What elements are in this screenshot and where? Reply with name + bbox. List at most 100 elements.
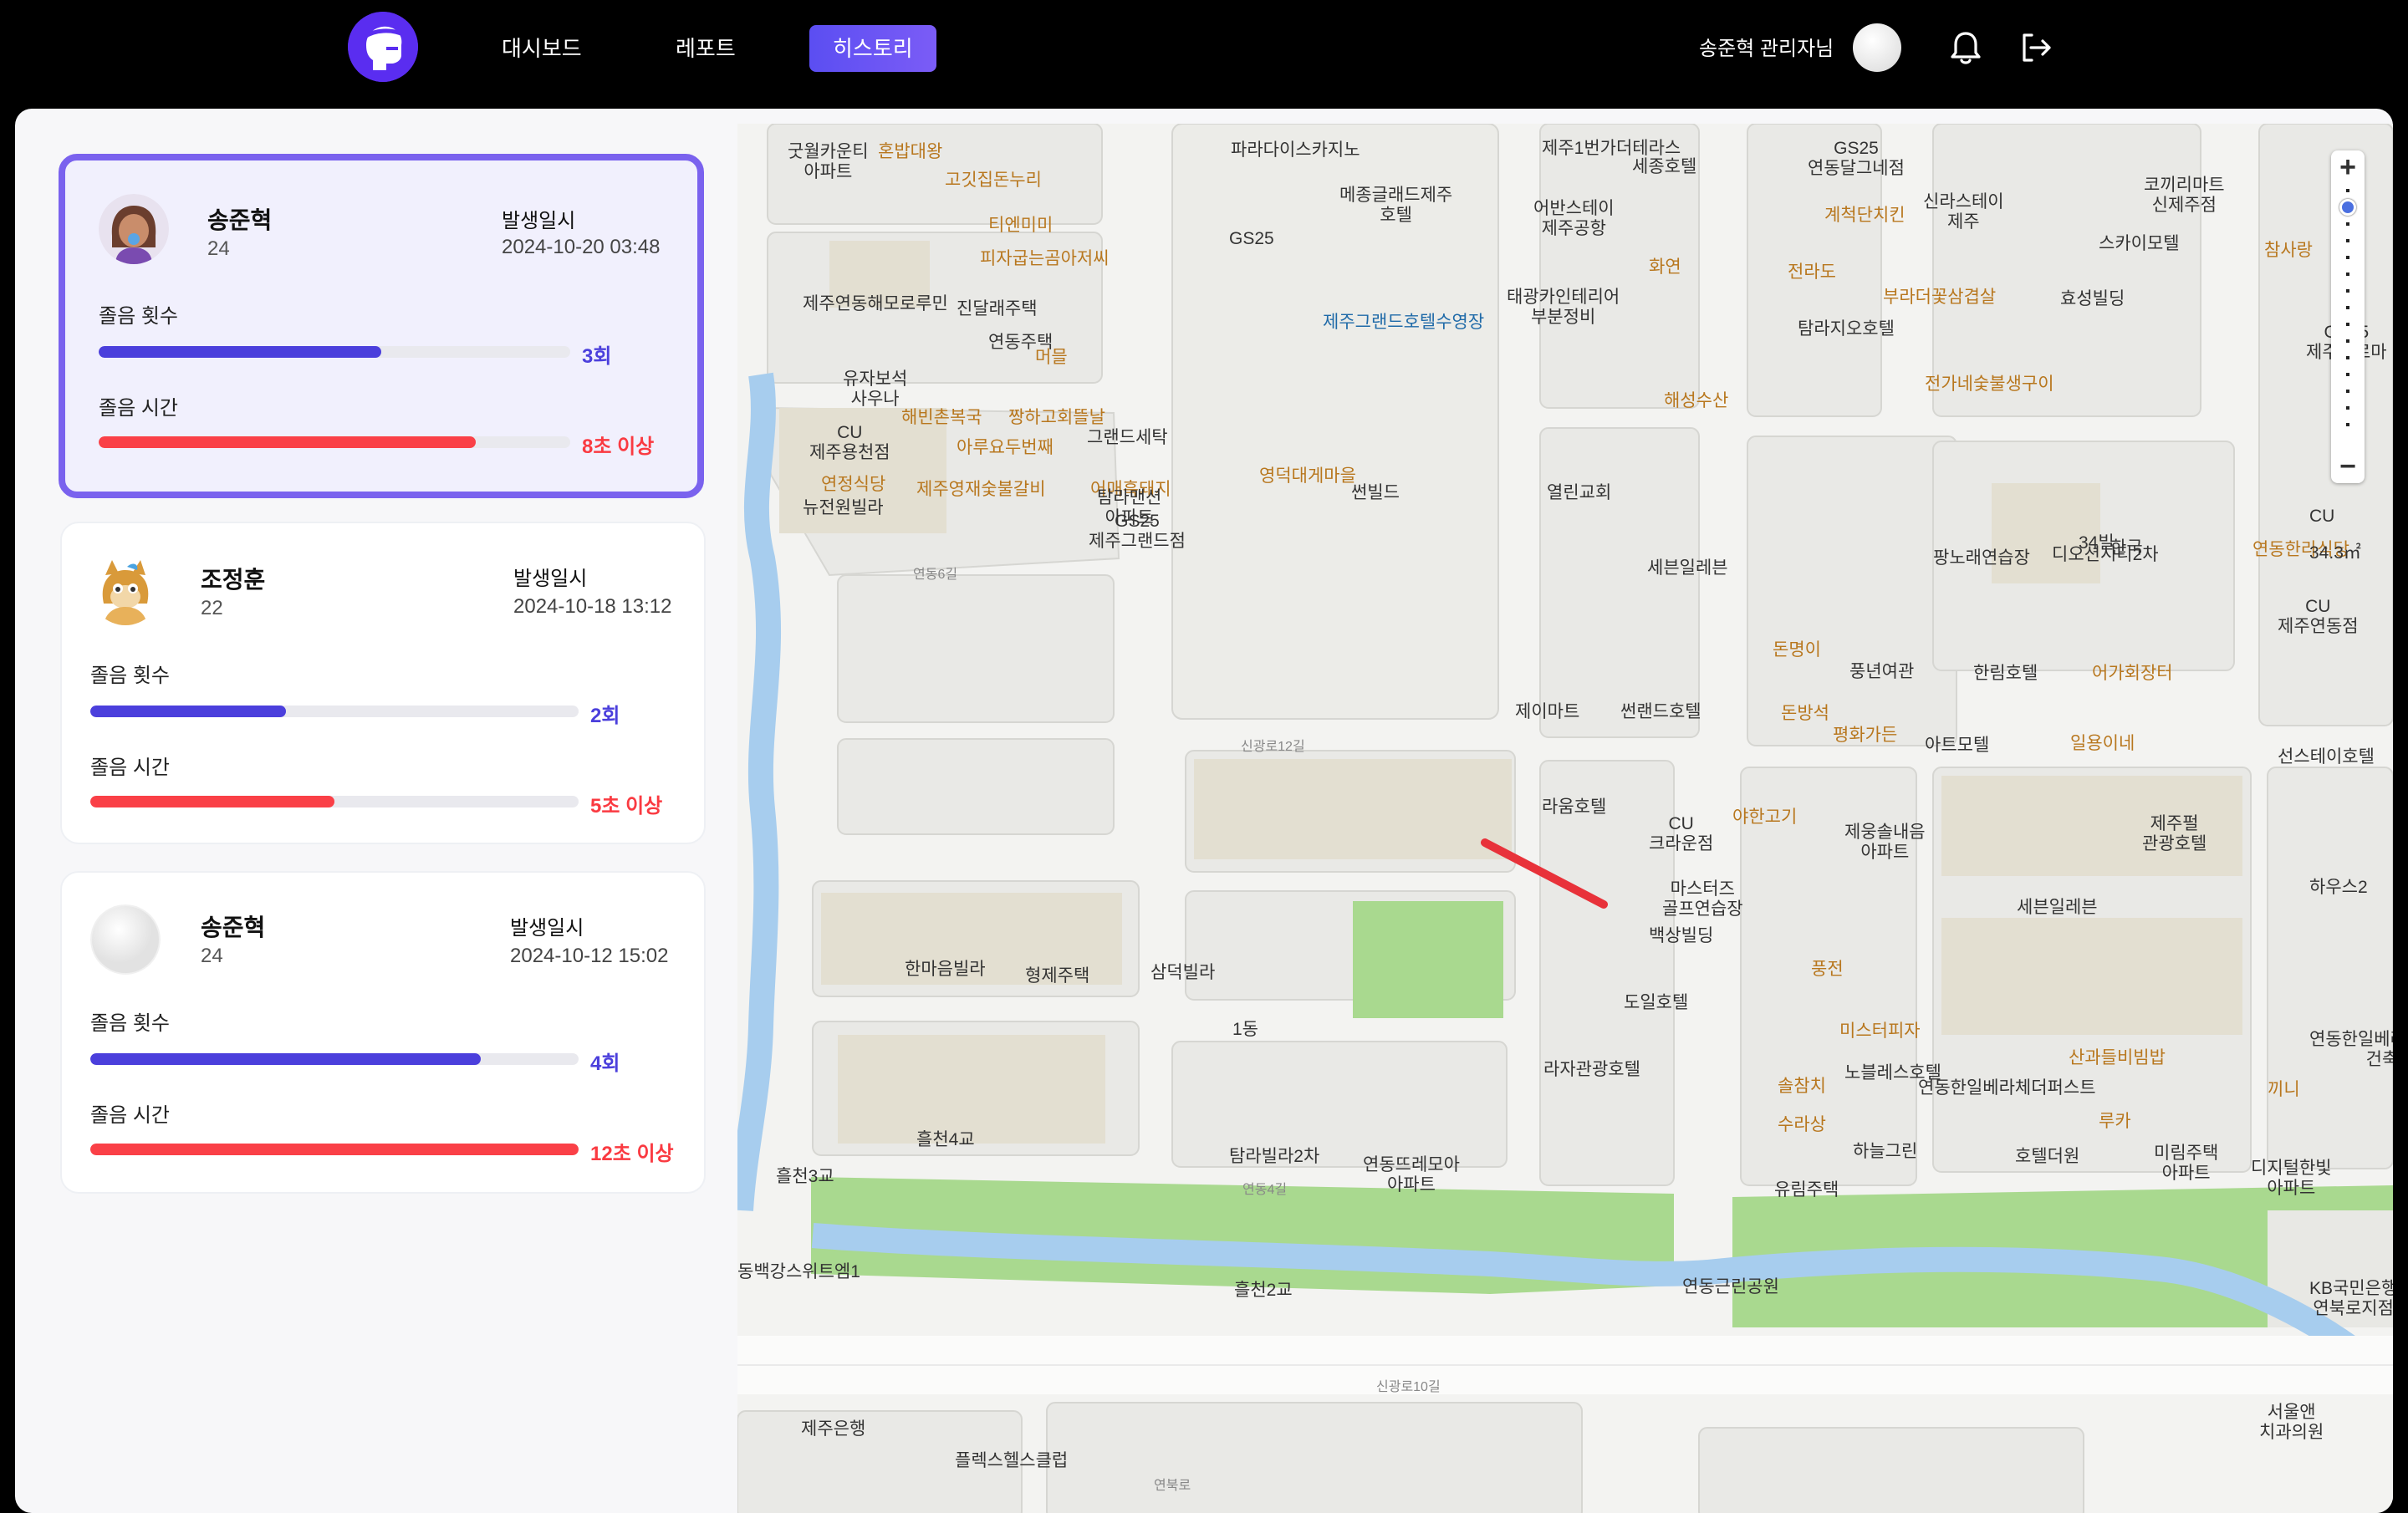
map-label: 선스테이호텔 bbox=[2278, 747, 2375, 767]
map-label: 34.3㎡ bbox=[2309, 543, 2361, 563]
zoom-out-icon[interactable]: − bbox=[2331, 450, 2365, 483]
map-label: 유림주택 bbox=[1774, 1180, 1839, 1200]
map-label: 끼니 bbox=[2268, 1080, 2300, 1099]
map-label: 아트모텔 bbox=[1925, 736, 1990, 755]
map-label: 산과들비빔밥 bbox=[2069, 1048, 2166, 1067]
map-label: 굿월카운티 아파트 bbox=[788, 142, 869, 181]
nav-dashboard[interactable]: 대시보드 bbox=[478, 25, 605, 72]
map-label: 팡노래연습장 bbox=[1933, 548, 2030, 568]
nav-report[interactable]: 레포트 bbox=[652, 25, 759, 72]
map-label: 혼밥대왕 bbox=[878, 142, 943, 161]
drowsy-time-label: 졸음 시간 bbox=[90, 756, 170, 779]
zoom-slider-handle[interactable] bbox=[2339, 199, 2356, 216]
map-label: KB국민은행 연북로지점 bbox=[2309, 1279, 2393, 1318]
history-card[interactable]: 송준혁 24 발생일시 2024-10-12 15:02 졸음 횟수 4회 졸음… bbox=[60, 871, 706, 1194]
map-label: 야한고기 bbox=[1732, 807, 1798, 827]
admin-avatar[interactable] bbox=[1853, 23, 1901, 72]
map-label: 34빌 bbox=[2079, 533, 2115, 553]
map-label: 라움호텔 bbox=[1542, 797, 1607, 817]
logout-icon[interactable] bbox=[2015, 27, 2057, 69]
map-label: 제주1번가더테라스 bbox=[1542, 139, 1681, 158]
map-label: 호텔더원 bbox=[2015, 1147, 2080, 1166]
zoom-in-icon[interactable]: + bbox=[2331, 150, 2365, 184]
datetime-value: 2024-10-18 13:12 bbox=[513, 595, 672, 618]
map-label: 한림호텔 bbox=[1973, 664, 2038, 683]
map-label: 영덕대게마을 bbox=[1259, 466, 1356, 486]
person-name: 송준혁 bbox=[207, 207, 273, 233]
drowsy-count-bar bbox=[90, 706, 579, 717]
map-label: 파라다이스카지노 bbox=[1231, 140, 1360, 160]
drowsy-count-bar bbox=[99, 346, 570, 358]
bell-icon[interactable] bbox=[1945, 27, 1987, 69]
map-label: 코끼리마트 신제주점 bbox=[2144, 176, 2225, 215]
map-label: 수라상 bbox=[1778, 1115, 1826, 1134]
datetime-label: 발생일시 bbox=[510, 917, 584, 940]
map-label: 하우스2 bbox=[2309, 878, 2368, 897]
map-label: 세븐일레븐 bbox=[2017, 898, 2098, 917]
map-label: 풍전 bbox=[1811, 960, 1844, 979]
avatar bbox=[99, 194, 169, 264]
map-label: 제주펄 관광호텔 bbox=[2142, 814, 2207, 853]
map-label: 신광로10길 bbox=[1376, 1380, 1441, 1394]
map-label: 신광로12길 bbox=[1241, 740, 1305, 754]
drowsy-time-bar bbox=[90, 796, 579, 807]
history-card[interactable]: 송준혁 24 발생일시 2024-10-20 03:48 졸음 횟수 3회 졸음… bbox=[59, 154, 704, 498]
map-label: 신라스테이 제주 bbox=[1923, 192, 2004, 232]
map-label: 형제주택 bbox=[1025, 966, 1090, 986]
map-label: 썬랜드호텔 bbox=[1620, 702, 1701, 721]
map-label: 해성수산 bbox=[1664, 391, 1729, 410]
location-map[interactable]: 굿월카운티 아파트 혼밥대왕 고깃집돈누리 티엔미미 피자굽는곰아저씨 제주연동해모로루민 진… bbox=[737, 124, 2393, 1513]
map-label: 돈방석 bbox=[1781, 704, 1829, 723]
person-age: 24 bbox=[201, 945, 223, 967]
map-label: 흘천4교 bbox=[916, 1130, 975, 1149]
map-label: 진달래주택 bbox=[957, 299, 1038, 318]
drowsy-time-value: 12초 이상 bbox=[590, 1143, 674, 1165]
map-label: 연동한일베라체더퍼스트 bbox=[1918, 1078, 2096, 1098]
map-label: 탐라지오호텔 bbox=[1798, 319, 1895, 339]
map-label: 삼덕빌라 bbox=[1150, 963, 1216, 982]
datetime-label: 발생일시 bbox=[502, 210, 576, 232]
map-label: CU 크라운점 bbox=[1649, 814, 1714, 853]
zoom-slider-track[interactable] bbox=[2346, 189, 2349, 440]
map-label: 평화가든 bbox=[1833, 726, 1898, 745]
map-label: 짱하고회뜰날 bbox=[1008, 408, 1105, 427]
map-label: 전가네숯불생구이 bbox=[1925, 374, 2054, 394]
map-label: 어반스테이 제주공항 bbox=[1533, 199, 1615, 238]
drowsy-count-value: 2회 bbox=[590, 705, 620, 727]
nav-history[interactable]: 히스토리 bbox=[809, 25, 936, 72]
map-label: 백상빌딩 bbox=[1649, 926, 1714, 945]
drowsy-time-value: 8초 이상 bbox=[582, 436, 655, 458]
map-label: 제주영재숯불갈비 bbox=[916, 480, 1046, 499]
map-label: 열린교회 bbox=[1547, 483, 1612, 502]
map-label: 디지털한빛 아파트 bbox=[2251, 1159, 2332, 1198]
map-label: 아루요두번째 bbox=[957, 438, 1054, 457]
person-age: 22 bbox=[201, 597, 223, 619]
map-label: 메종글래드제주 호텔 bbox=[1339, 186, 1453, 225]
map-label: 태광카인테리어 부분정비 bbox=[1507, 288, 1620, 327]
map-label: 효성빌딩 bbox=[2060, 289, 2125, 308]
drowsy-time-value: 5초 이상 bbox=[590, 795, 663, 818]
main-panel: 송준혁 24 발생일시 2024-10-20 03:48 졸음 횟수 3회 졸음… bbox=[15, 109, 2393, 1513]
map-label: 한국 bbox=[2110, 538, 2143, 558]
drowsy-count-value: 4회 bbox=[590, 1052, 620, 1075]
map-label: 뉴전원빌라 bbox=[803, 498, 884, 517]
map-label: 제주그랜드호텔수영장 bbox=[1323, 313, 1485, 332]
drowsy-count-label: 졸음 횟수 bbox=[90, 1012, 170, 1035]
history-card[interactable]: 조정훈 22 발생일시 2024-10-18 13:12 졸음 횟수 2회 졸음… bbox=[60, 522, 706, 844]
map-label: 피자굽는곰아저씨 bbox=[980, 249, 1110, 268]
map-label: 어가회장터 bbox=[2092, 664, 2173, 683]
map-label: 참사랑 bbox=[2264, 241, 2313, 260]
map-label: 세종호텔 bbox=[1632, 157, 1697, 176]
logo-icon[interactable] bbox=[348, 12, 418, 82]
map-label: GS25 연동달그네점 bbox=[1808, 139, 1905, 178]
map-label: 제주은행 bbox=[801, 1419, 866, 1439]
map-label: 서울앤 치과의원 bbox=[2259, 1403, 2324, 1442]
map-label: 연동한일베라체파크뷰건축중 bbox=[2309, 1030, 2393, 1069]
datetime-label: 발생일시 bbox=[513, 568, 588, 590]
drowsy-time-bar bbox=[90, 1144, 579, 1155]
map-label: 1동 bbox=[1232, 1020, 1258, 1039]
drowsy-time-label: 졸음 시간 bbox=[99, 397, 178, 420]
zoom-control[interactable]: + − bbox=[2331, 150, 2365, 483]
person-age: 24 bbox=[207, 237, 230, 260]
map-label: 연동6길 bbox=[913, 568, 958, 582]
